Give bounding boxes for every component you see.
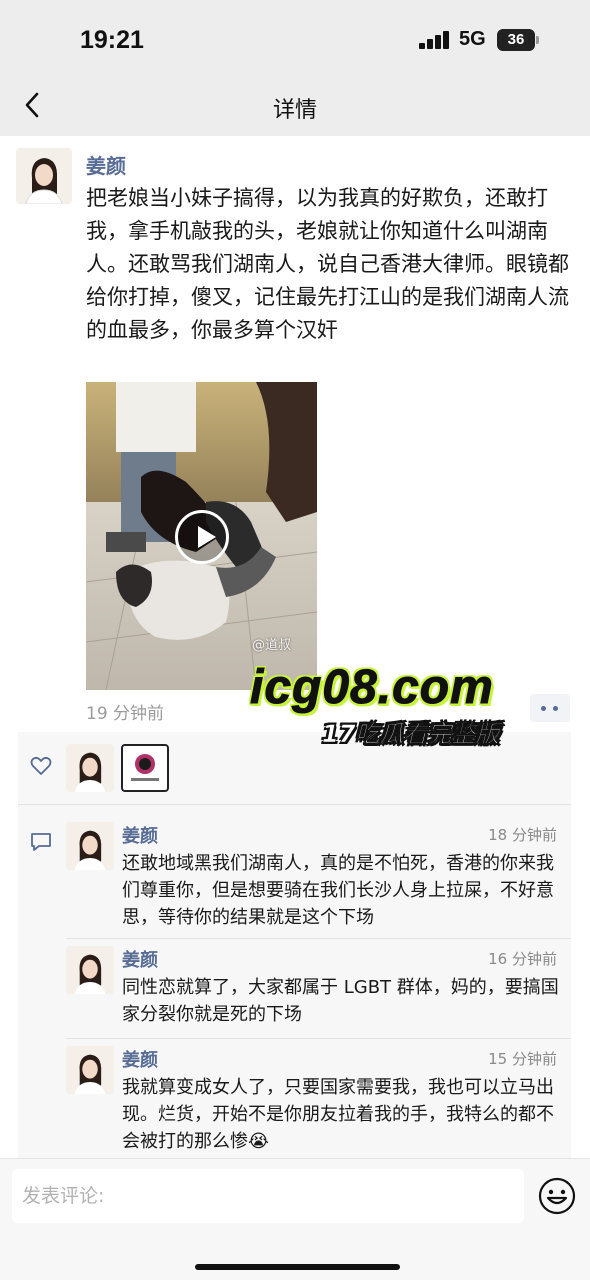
video-thumbnail[interactable]: @道叔	[86, 382, 317, 690]
post-text: 把老娘当小妹子搞得，以为我真的好欺负，还敢打我，拿手机敲我的头，老娘就让你知道什…	[86, 186, 569, 342]
comment-time: 16 分钟前	[488, 950, 557, 968]
play-icon[interactable]	[175, 510, 229, 564]
comment-text: 还敢地域黑我们湖南人，真的是不怕死，香港的你来我们尊重你，但是想要骑在我们长沙人…	[122, 853, 554, 928]
promo-watermark: icg08.com 17吃瓜看完整版	[250, 660, 540, 755]
comment-icon	[31, 833, 51, 851]
network-type: 5G	[459, 28, 486, 50]
nav-bar: 详情	[0, 80, 590, 136]
promo-tagline: 17吃瓜看完整版	[322, 720, 500, 749]
comment-input[interactable]: 发表评论:	[12, 1169, 524, 1223]
promo-site: icg08.com	[250, 661, 494, 715]
comment-input-bar: 发表评论:	[0, 1158, 590, 1280]
divider	[66, 1038, 571, 1039]
divider	[66, 938, 571, 939]
comment-time: 15 分钟前	[488, 1050, 557, 1068]
comment-author[interactable]: 姜颜	[122, 822, 158, 848]
home-indicator	[195, 1264, 400, 1270]
post-time: 19 分钟前	[86, 704, 165, 724]
comment-author[interactable]: 姜颜	[122, 1046, 158, 1072]
comment-item[interactable]: 姜颜 18 分钟前 还敢地域黑我们湖南人，真的是不怕死，香港的你来我们尊重你，但…	[66, 822, 571, 932]
battery-icon: 36	[497, 29, 539, 51]
status-time: 19:21	[80, 26, 144, 54]
status-bar: 19:21 5G 36	[0, 0, 590, 80]
commenter-avatar[interactable]	[66, 1046, 114, 1094]
signal-icon	[419, 31, 451, 49]
comment-time: 18 分钟前	[488, 826, 557, 844]
heart-icon	[30, 756, 52, 775]
liker-avatar[interactable]	[66, 744, 114, 792]
comment-item[interactable]: 姜颜 15 分钟前 我就算变成女人了，只要国家需要我，我也可以立马出现。烂货，开…	[66, 1046, 571, 1158]
commenter-avatar[interactable]	[66, 822, 114, 870]
interaction-panel: 姜颜 18 分钟前 还敢地域黑我们湖南人，真的是不怕死，香港的你来我们尊重你，但…	[18, 732, 571, 1162]
emoji-icon[interactable]	[538, 1177, 576, 1215]
comment-text: 我就算变成女人了，只要国家需要我，我也可以立马出现。烂货，开始不是你朋友拉着我的…	[122, 1077, 554, 1152]
comment-text: 同性恋就算了，大家都属于 LGBT 群体，妈的，要搞国家分裂你就是死的下场	[122, 977, 559, 1025]
page-title: 详情	[272, 98, 317, 123]
post-author[interactable]: 姜颜	[86, 150, 126, 179]
author-avatar[interactable]	[16, 148, 72, 204]
video-watermark: @道叔	[252, 638, 292, 653]
commenter-avatar[interactable]	[66, 946, 114, 994]
divider	[18, 804, 571, 805]
liker-avatar[interactable]	[121, 744, 169, 792]
comment-item[interactable]: 姜颜 16 分钟前 同性恋就算了，大家都属于 LGBT 群体，妈的，要搞国家分裂…	[66, 946, 571, 1036]
comment-author[interactable]: 姜颜	[122, 946, 158, 972]
